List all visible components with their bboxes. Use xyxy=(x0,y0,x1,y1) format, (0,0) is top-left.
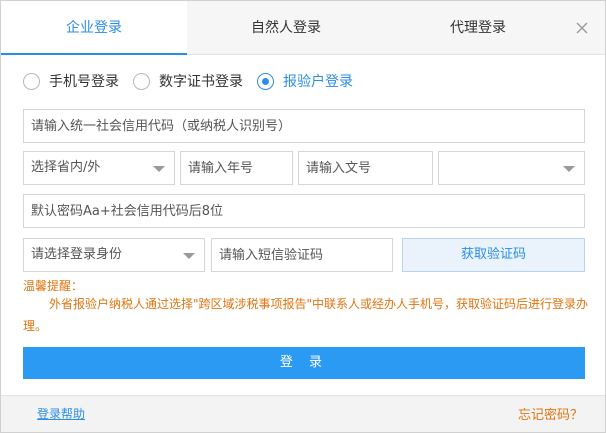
login-tabs: 企业登录 自然人登录 代理登录 xyxy=(1,1,605,56)
chevron-down-icon xyxy=(563,166,575,172)
radio-registered-household-login[interactable]: 报验户登录 xyxy=(257,71,367,93)
year-input[interactable] xyxy=(180,151,293,185)
document-type-select[interactable] xyxy=(438,151,585,185)
login-dialog: 企业登录 自然人登录 代理登录 手机号登录 数字证书登录 报验户登录 选择省内/… xyxy=(0,0,606,433)
chevron-down-icon xyxy=(153,166,165,172)
chevron-down-icon xyxy=(183,253,195,259)
document-number-input[interactable] xyxy=(298,151,433,185)
login-role-select[interactable]: 请选择登录身份 xyxy=(23,238,205,272)
login-role-select-value: 请选择登录身份 xyxy=(31,247,123,262)
dialog-footer: 登录帮助 忘记密码？ xyxy=(1,395,605,432)
close-icon[interactable] xyxy=(573,19,591,37)
forgot-password-link[interactable]: 忘记密码？ xyxy=(518,404,583,423)
province-select[interactable]: 选择省内/外 xyxy=(23,151,175,185)
radio-label: 数字证书登录 xyxy=(159,74,243,90)
tab-enterprise-login[interactable]: 企业登录 xyxy=(1,1,187,56)
radio-label: 报验户登录 xyxy=(283,74,353,90)
radio-certificate-login[interactable]: 数字证书登录 xyxy=(133,71,255,93)
tab-agent-login[interactable]: 代理登录 xyxy=(385,1,571,55)
radio-phone-login[interactable]: 手机号登录 xyxy=(23,71,133,93)
login-help-link[interactable]: 登录帮助 xyxy=(37,405,85,422)
sms-code-input[interactable] xyxy=(211,238,393,272)
password-input[interactable] xyxy=(23,194,585,228)
radio-button-checked[interactable] xyxy=(257,73,274,90)
radio-button[interactable] xyxy=(23,73,40,90)
province-select-value: 选择省内/外 xyxy=(31,160,101,175)
radio-label: 手机号登录 xyxy=(49,74,119,90)
login-button[interactable]: 登 录 xyxy=(23,347,585,379)
tab-individual-login[interactable]: 自然人登录 xyxy=(187,1,385,55)
get-code-button[interactable]: 获取验证码 xyxy=(402,238,585,272)
radio-button[interactable] xyxy=(133,73,150,90)
tip-title: 温馨提醒： xyxy=(23,279,84,293)
credit-code-input[interactable] xyxy=(23,109,585,143)
tip-text: 外省报验户纳税人通过选择"跨区域涉税事项报告"中联系人或经办人手机号，获取验证码… xyxy=(23,297,589,333)
